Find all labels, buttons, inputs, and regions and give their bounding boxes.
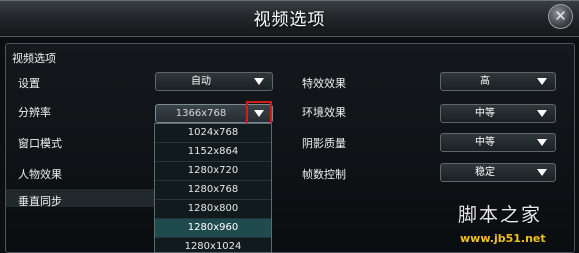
- frame-control-value: 稳定: [475, 167, 495, 178]
- label-special-effects: 特效效果: [302, 77, 346, 90]
- resolution-select-value: 1366x768: [175, 108, 227, 119]
- chevron-down-icon[interactable]: [254, 78, 264, 85]
- label-frame-control: 帧数控制: [302, 168, 346, 181]
- special-effects-value: 高: [480, 76, 490, 87]
- section-title: 视频选项: [12, 52, 56, 65]
- label-shadow-quality: 阴影质量: [302, 137, 346, 150]
- close-icon[interactable]: ✕: [548, 4, 573, 29]
- shadow-quality-value: 中等: [475, 137, 495, 148]
- settings-select-value: 自动: [191, 76, 211, 87]
- label-vsync: 垂直同步: [18, 195, 62, 208]
- label-window-mode: 窗口模式: [18, 137, 62, 150]
- label-resolution: 分辨率: [18, 106, 51, 119]
- dropdown-option[interactable]: 1280x720: [155, 162, 271, 181]
- window-title: 视频选项: [253, 10, 326, 30]
- chevron-down-icon[interactable]: [537, 110, 547, 117]
- frame-control-select[interactable]: 稳定: [440, 163, 556, 182]
- special-effects-select[interactable]: 高: [440, 72, 556, 91]
- chevron-down-icon[interactable]: [537, 78, 547, 85]
- window-titlebar: 视频选项 ✕: [0, 0, 579, 37]
- environment-effects-value: 中等: [475, 108, 495, 119]
- environment-effects-select[interactable]: 中等: [440, 104, 556, 123]
- chevron-down-icon[interactable]: [537, 139, 547, 146]
- shadow-quality-select[interactable]: 中等: [440, 133, 556, 152]
- settings-select[interactable]: 自动: [155, 72, 273, 91]
- label-settings: 设置: [18, 77, 40, 90]
- dropdown-option[interactable]: 1280x800: [155, 200, 271, 219]
- label-environment-effects: 环境效果: [302, 106, 346, 119]
- dropdown-option[interactable]: 1152x864: [155, 143, 271, 162]
- watermark-url: www.jb51.net: [460, 232, 546, 245]
- dropdown-option[interactable]: 1280x768: [155, 181, 271, 200]
- dropdown-option-selected[interactable]: 1280x960: [155, 219, 271, 238]
- watermark-logo: 脚本之家: [458, 204, 543, 226]
- dropdown-option[interactable]: 1024x768: [155, 124, 271, 143]
- label-character-effects: 人物效果: [18, 168, 62, 181]
- chevron-down-icon[interactable]: [537, 169, 547, 176]
- resolution-dropdown[interactable]: 1024x768 1152x864 1280x720 1280x768 1280…: [154, 123, 272, 253]
- dropdown-option[interactable]: 1280x1024: [155, 238, 271, 252]
